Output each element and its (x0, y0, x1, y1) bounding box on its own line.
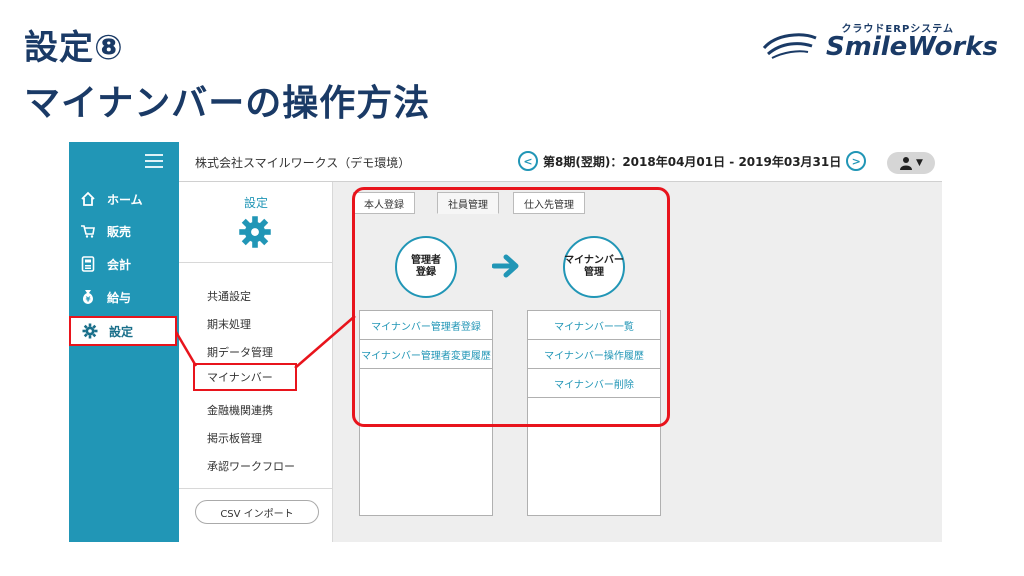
submenu-item-year-end[interactable]: 期末処理 (207, 316, 251, 332)
money-bag-icon: ¥ (79, 288, 97, 306)
connector-line (294, 315, 356, 369)
submenu-divider (179, 488, 333, 489)
sidebar-item-home[interactable]: ホーム (69, 184, 179, 214)
home-icon (79, 190, 97, 208)
chevron-left-icon[interactable]: < (518, 151, 538, 171)
sidebar-item-label: 給与 (107, 290, 132, 305)
submenu-item-approval-workflow[interactable]: 承認ワークフロー (207, 458, 295, 474)
sidebar-item-label: 設定 (109, 324, 134, 339)
highlight-box (352, 187, 670, 427)
app-window: ホーム 販売 会計 ¥ 給与 設定 株式会社スマイルワークス（デモ環境） < 第… (69, 142, 942, 542)
logo-wordmark: SmileWorks (826, 32, 998, 62)
sidebar-item-settings[interactable]: 設定 (69, 316, 177, 346)
caret-down-icon: ▼ (916, 158, 923, 168)
calculator-icon (79, 255, 97, 273)
company-name: 株式会社スマイルワークス（デモ環境） (195, 156, 411, 170)
chevron-right-icon[interactable]: > (846, 151, 867, 171)
submenu-item-common-settings[interactable]: 共通設定 (207, 288, 251, 304)
submenu-divider (179, 262, 333, 263)
sidebar: ホーム 販売 会計 ¥ 給与 設定 (69, 142, 179, 542)
slide-title-line2: マイナンバーの操作方法 (24, 83, 431, 124)
sidebar-item-payroll[interactable]: ¥ 給与 (69, 282, 179, 312)
gear-icon (239, 216, 271, 248)
submenu-title: 設定 (243, 196, 268, 210)
sidebar-item-sales[interactable]: 販売 (69, 216, 179, 246)
csv-import-button[interactable]: CSV インポート (195, 500, 319, 524)
fiscal-period-selector: < 第8期(翌期)：2018年04月01日 - 2019年03月31日 > (513, 151, 871, 171)
fiscal-period-text: 第8期(翌期)：2018年04月01日 - 2019年03月31日 (543, 154, 842, 169)
gear-icon (81, 322, 99, 340)
connector-line (174, 331, 198, 367)
cart-icon (79, 222, 97, 240)
sidebar-item-label: 販売 (107, 224, 132, 239)
logo-swoosh-icon (762, 33, 817, 59)
sidebar-item-label: ホーム (107, 192, 143, 207)
slide: 設定⑧ マイナンバーの操作方法 クラウドERPシステム SmileWorks ホ… (0, 0, 1024, 576)
submenu-item-bulletin[interactable]: 掲示板管理 (207, 430, 262, 446)
submenu-item-bank-link[interactable]: 金融機関連携 (207, 402, 273, 418)
sidebar-item-label: 会計 (107, 257, 132, 272)
top-bar: 株式会社スマイルワークス（デモ環境） < 第8期(翌期)：2018年04月01日… (179, 142, 942, 182)
hamburger-menu-icon[interactable] (145, 154, 163, 168)
sidebar-item-accounting[interactable]: 会計 (69, 249, 179, 279)
submenu-item-period-data[interactable]: 期データ管理 (207, 344, 273, 360)
slide-title-line1: 設定⑧ (24, 28, 124, 68)
user-icon (900, 157, 913, 170)
svg-text:¥: ¥ (86, 296, 91, 304)
user-menu-button[interactable]: ▼ (887, 152, 935, 174)
submenu-item-mynumber[interactable]: マイナンバー (193, 363, 297, 391)
